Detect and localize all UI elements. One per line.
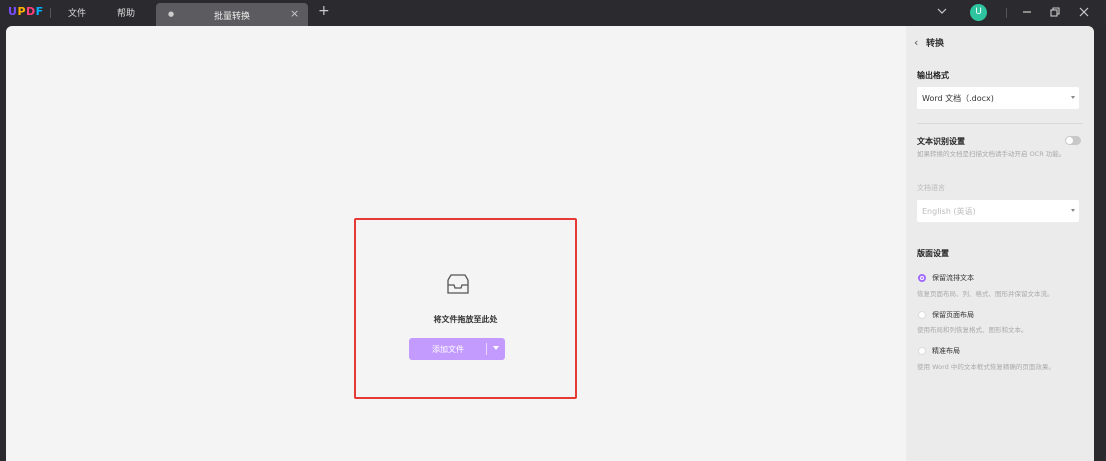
updf-logo: UPDF — [8, 5, 44, 18]
option-label: 保留页面布局 — [932, 311, 974, 319]
main-canvas: 将文件拖放至此处 添加文件 — [6, 26, 906, 461]
tab-batch-convert[interactable]: ● 批量转换 × — [156, 3, 308, 26]
option-description: 恢复页面布局、列、格式、图形并保留文本流。 — [917, 290, 1054, 298]
output-format-select[interactable]: Word 文档（.docx) — [917, 87, 1079, 109]
back-chevron-icon[interactable]: ‹ — [914, 36, 918, 49]
radio-exact-layout[interactable] — [918, 347, 926, 355]
tab-label: 批量转换 — [214, 12, 251, 22]
option-label: 保留流排文本 — [932, 274, 974, 282]
add-file-button[interactable]: 添加文件 — [409, 338, 505, 360]
new-tab-icon[interactable]: + — [318, 3, 330, 19]
avatar[interactable]: U — [970, 4, 987, 21]
tab-dot-icon: ● — [168, 10, 175, 18]
add-file-label: 添加文件 — [432, 345, 464, 354]
option-description: 使用 Word 中的文本框式恢复精确的页面效果。 — [917, 363, 1055, 371]
divider — [50, 8, 51, 18]
panel-title: 转换 — [926, 39, 945, 49]
select-arrow-icon — [1071, 96, 1075, 99]
option-description: 使用布局和列恢复格式、图形和文本。 — [917, 326, 1028, 334]
close-icon[interactable] — [1077, 5, 1091, 19]
doc-language-value: English (英语) — [922, 207, 976, 216]
output-format-label: 输出格式 — [917, 71, 949, 80]
menu-file[interactable]: 文件 — [68, 6, 86, 19]
chevron-down-icon[interactable] — [936, 6, 948, 16]
ocr-description: 如果转换的文档是扫描文档请手动开启 OCR 功能。 — [917, 150, 1066, 158]
doc-language-select[interactable]: English (英语) — [917, 200, 1079, 222]
dropdown-arrow-icon[interactable] — [493, 346, 499, 350]
output-format-value: Word 文档（.docx) — [922, 94, 994, 103]
convert-settings-panel: ‹ 转换 输出格式 Word 文档（.docx) 文本识别设置 如果转换的文档是… — [906, 26, 1094, 461]
inbox-tray-icon — [447, 274, 469, 294]
minimize-icon[interactable] — [1020, 5, 1034, 19]
toggle-knob — [1066, 137, 1073, 144]
restore-icon[interactable] — [1048, 5, 1062, 19]
drop-instruction: 将文件拖放至此处 — [433, 315, 498, 324]
tab-close-icon[interactable]: × — [290, 7, 299, 20]
divider — [486, 343, 487, 355]
ocr-toggle[interactable] — [1065, 136, 1081, 145]
file-drop-zone[interactable]: 将文件拖放至此处 添加文件 — [354, 218, 577, 399]
menu-help[interactable]: 帮助 — [117, 6, 135, 19]
divider — [1006, 8, 1007, 18]
divider — [917, 123, 1083, 124]
radio-page-layout[interactable] — [918, 311, 926, 319]
option-label: 精准布局 — [932, 347, 960, 355]
ocr-settings-label: 文本识别设置 — [917, 137, 965, 146]
title-bar: UPDF 文件 帮助 ● 批量转换 × + U — [0, 0, 1106, 26]
radio-flowing-text[interactable] — [918, 274, 926, 282]
doc-language-label: 文档语言 — [917, 184, 945, 192]
layout-settings-label: 版面设置 — [917, 249, 949, 258]
select-arrow-icon — [1071, 209, 1075, 212]
